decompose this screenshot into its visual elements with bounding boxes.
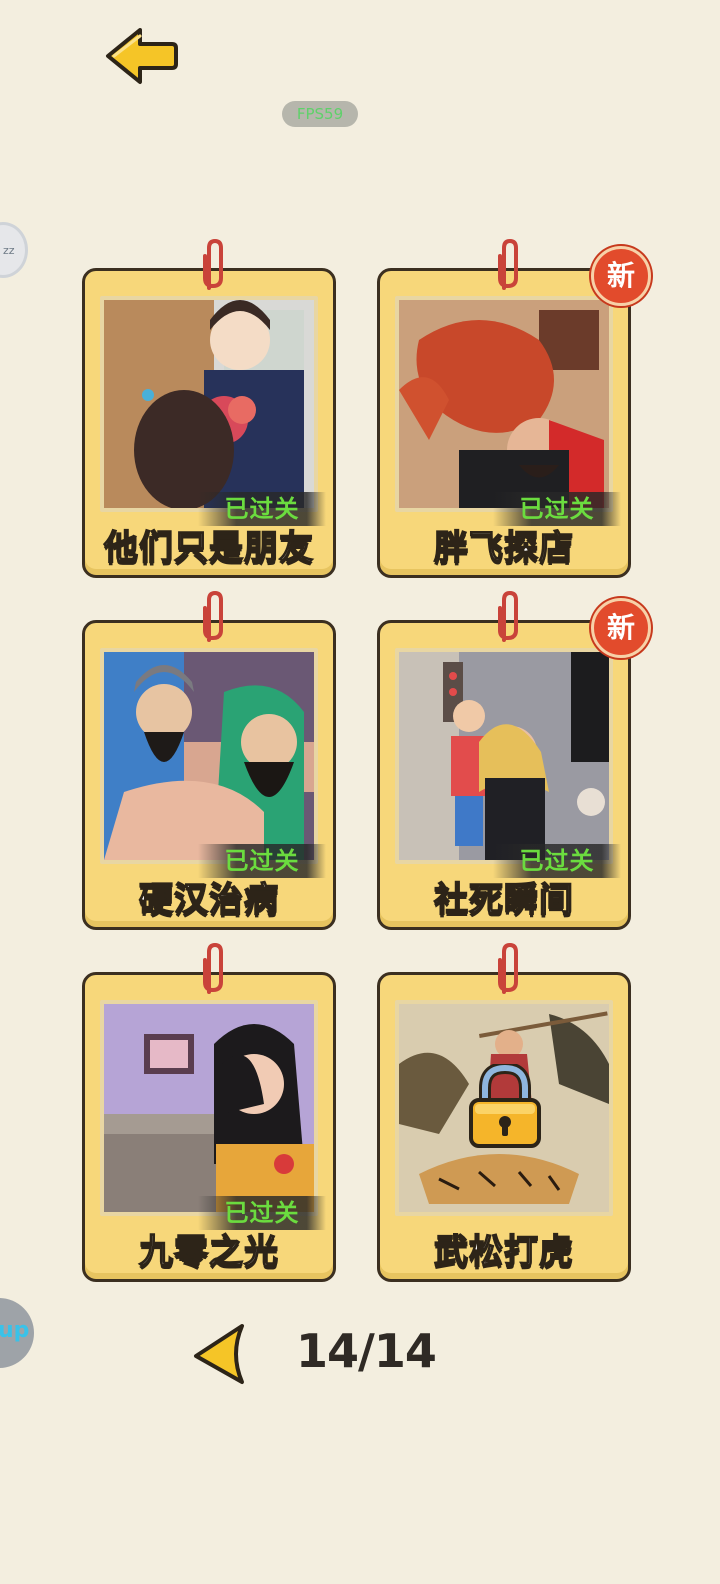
paperclip-icon bbox=[498, 238, 518, 290]
left-arrow-icon bbox=[106, 28, 178, 84]
paperclip-icon bbox=[203, 590, 223, 642]
level-thumbnail bbox=[395, 648, 613, 864]
prev-page-button[interactable] bbox=[190, 1322, 248, 1386]
level-card-5[interactable]: 已过关 九零之光 bbox=[82, 942, 336, 1282]
level-card-6[interactable]: 武松打虎 bbox=[377, 942, 631, 1282]
paperclip-icon bbox=[498, 942, 518, 994]
level-thumbnail bbox=[395, 296, 613, 512]
left-triangle-icon bbox=[194, 1324, 244, 1384]
level-title: 武松打虎 bbox=[433, 1231, 574, 1273]
cleared-status: 已过关 bbox=[198, 844, 326, 878]
level-title: 胖飞探店 bbox=[433, 527, 574, 569]
level-card-4[interactable]: 新 已过关 社死瞬间 bbox=[377, 590, 651, 930]
new-badge: 新 bbox=[591, 246, 651, 306]
floating-widget-top-label: zz bbox=[3, 244, 15, 257]
level-title: 社死瞬间 bbox=[433, 879, 574, 921]
paperclip-icon bbox=[203, 942, 223, 994]
floating-widget-bottom-label: up bbox=[0, 1318, 30, 1343]
level-thumbnail bbox=[100, 648, 318, 864]
cleared-status: 已过关 bbox=[493, 844, 621, 878]
level-card-3[interactable]: 已过关 硬汉治病 bbox=[82, 590, 336, 930]
floating-widget-top[interactable]: zz bbox=[0, 222, 28, 278]
padlock-icon bbox=[469, 1064, 541, 1148]
back-button[interactable] bbox=[104, 24, 180, 88]
floating-widget-bottom[interactable]: up bbox=[0, 1298, 34, 1368]
paperclip-icon bbox=[498, 590, 518, 642]
level-title: 硬汉治病 bbox=[138, 879, 279, 921]
level-title: 他们只是朋友 bbox=[103, 527, 314, 569]
level-thumbnail bbox=[100, 296, 318, 512]
new-badge: 新 bbox=[591, 598, 651, 658]
level-card-2[interactable]: 新 已过关 胖飞探店 bbox=[377, 238, 651, 578]
level-card-1[interactable]: 已过关 他们只是朋友 bbox=[82, 238, 336, 578]
level-thumbnail bbox=[100, 1000, 318, 1216]
paperclip-icon bbox=[203, 238, 223, 290]
cleared-status: 已过关 bbox=[198, 492, 326, 526]
fps-counter: FPS59 bbox=[282, 101, 358, 127]
cleared-status: 已过关 bbox=[493, 492, 621, 526]
cleared-status: 已过关 bbox=[198, 1196, 326, 1230]
page-indicator: 14/14 bbox=[296, 1324, 437, 1378]
level-title: 九零之光 bbox=[138, 1231, 279, 1273]
